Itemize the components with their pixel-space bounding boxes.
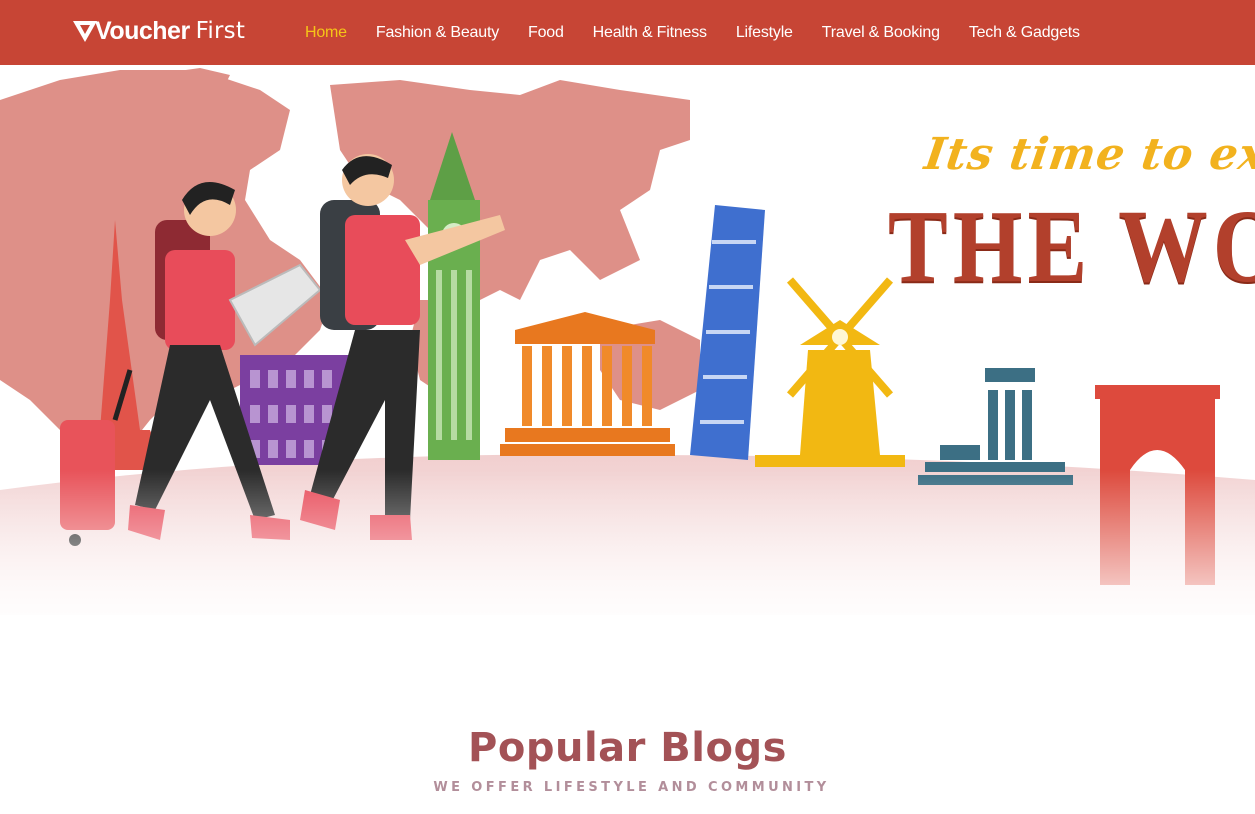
nav-home[interactable]: Home bbox=[305, 24, 347, 42]
nav-travel-booking[interactable]: Travel & Booking bbox=[822, 24, 940, 42]
nav-food[interactable]: Food bbox=[528, 24, 564, 42]
leaning-tower-pisa bbox=[690, 205, 765, 460]
section-title: Popular Blogs bbox=[468, 725, 787, 771]
nav-lifestyle[interactable]: Lifestyle bbox=[736, 24, 793, 42]
hero-banner: Its time to exp THE WOR bbox=[0, 65, 1255, 640]
logo-text-light: First bbox=[195, 18, 246, 44]
logo-text-bold: Voucher bbox=[95, 16, 190, 45]
site-logo[interactable]: Voucher First bbox=[72, 15, 245, 47]
parthenon bbox=[500, 312, 675, 456]
greek-ruins bbox=[918, 368, 1073, 485]
section-subtitle: WE OFFER LIFESTYLE AND COMMUNITY bbox=[433, 780, 830, 795]
nav-fashion-beauty[interactable]: Fashion & Beauty bbox=[376, 24, 499, 42]
hero-tagline: Its time to exp bbox=[921, 129, 1255, 180]
windmill bbox=[755, 277, 905, 467]
nav-tech-gadgets[interactable]: Tech & Gadgets bbox=[969, 24, 1080, 42]
hero-headline: THE WOR bbox=[888, 189, 1255, 304]
main-nav: Home Fashion & Beauty Food Health & Fitn… bbox=[305, 0, 1109, 65]
nav-health-fitness[interactable]: Health & Fitness bbox=[593, 24, 707, 42]
site-header: Voucher First Home Fashion & Beauty Food… bbox=[0, 0, 1255, 65]
